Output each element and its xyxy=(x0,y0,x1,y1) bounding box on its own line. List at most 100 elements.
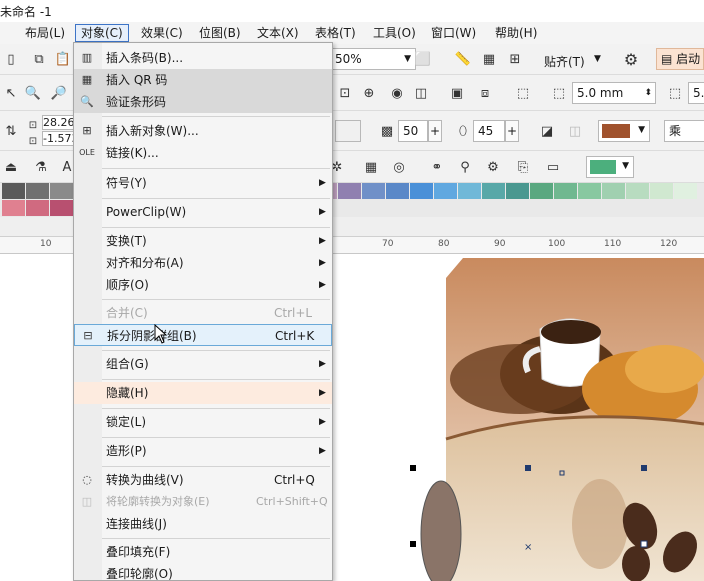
palette-swatch[interactable] xyxy=(26,200,49,216)
opacity-plus-button[interactable]: + xyxy=(428,120,442,142)
x-position-field[interactable]: 28.263 xyxy=(42,115,76,130)
menu-item-links[interactable]: OLE 链接(K)... xyxy=(74,142,332,164)
palette-swatch[interactable] xyxy=(602,183,625,199)
pointer-group-icon[interactable]: ⚙ xyxy=(482,156,504,178)
shadow-handle[interactable] xyxy=(641,465,647,471)
outline-color-picker[interactable]: ▼ xyxy=(586,156,634,178)
menu-item-overprint-outline[interactable]: 叠印轮廓(O) xyxy=(74,563,332,581)
palette-swatch[interactable] xyxy=(506,183,529,199)
y-position-field[interactable]: -1.573 xyxy=(42,131,76,146)
menu-object[interactable]: 对象(C) xyxy=(75,24,129,42)
selection-handle[interactable] xyxy=(410,541,416,547)
zoom-level-box[interactable]: 50% ▼ xyxy=(330,48,416,70)
table-icon[interactable]: ▦ xyxy=(360,156,382,178)
envelope-icon[interactable]: ⎘ xyxy=(512,156,534,178)
menu-item-group[interactable]: 组合(G) ▶ xyxy=(74,353,332,375)
guidelines-icon[interactable]: ⊞ xyxy=(504,48,526,70)
palette-swatch[interactable] xyxy=(26,183,49,199)
menu-help[interactable]: 帮助(H) xyxy=(490,24,542,42)
opacity-field[interactable]: 50 xyxy=(398,120,428,142)
menu-item-convert-curves[interactable]: ◌ 转换为曲线(V) Ctrl+Q xyxy=(74,469,332,491)
palette-swatch[interactable] xyxy=(50,200,73,216)
menu-item-connect-curves[interactable]: 连接曲线(J) xyxy=(74,513,332,535)
angle-field[interactable]: 45 xyxy=(473,120,505,142)
menu-layout[interactable]: 布局(L) xyxy=(20,24,70,42)
palette-swatch[interactable] xyxy=(50,183,73,199)
menu-item-symbol[interactable]: 符号(Y) ▶ xyxy=(74,172,332,194)
menu-item-powerclip[interactable]: PowerClip(W) ▶ xyxy=(74,201,332,223)
palette-swatch[interactable] xyxy=(2,183,25,199)
menu-window[interactable]: 窗口(W) xyxy=(426,24,481,42)
zoom-in-icon[interactable]: 🔍 xyxy=(22,82,44,104)
palette-swatch[interactable] xyxy=(2,200,25,216)
rulers-icon[interactable]: 📏 xyxy=(452,48,474,70)
submenu-arrow-icon: ▶ xyxy=(319,258,326,268)
simplify-icon[interactable]: ▣ xyxy=(446,82,468,104)
snap-to-dropdown[interactable]: 贴齐(T) xyxy=(544,53,585,70)
spiral-icon[interactable]: ◎ xyxy=(388,156,410,178)
selection-handle[interactable] xyxy=(410,465,416,471)
duplicate-distance-field[interactable]: 5.0 xyxy=(688,82,704,104)
gear-icon[interactable]: ⚙ xyxy=(620,48,642,70)
arrow-icon[interactable]: ↖ xyxy=(0,82,22,104)
palette-swatch[interactable] xyxy=(386,183,409,199)
shadow-handle[interactable] xyxy=(640,540,648,548)
menu-item-align-distribute[interactable]: 对齐和分布(A) ▶ xyxy=(74,252,332,274)
new-icon[interactable]: ▯ xyxy=(0,48,22,70)
merge-mode-dropdown[interactable]: 乘 xyxy=(664,120,704,142)
shadow-edge-icon[interactable]: ◪ xyxy=(536,120,558,142)
palette-swatch[interactable] xyxy=(362,183,385,199)
palette-swatch[interactable] xyxy=(410,183,433,199)
launch-button[interactable]: ▤ 启动 xyxy=(656,48,704,70)
menu-item-order[interactable]: 顺序(O) ▶ xyxy=(74,274,332,296)
menu-table[interactable]: 表格(T) xyxy=(310,24,361,42)
menu-item-insert-new-object[interactable]: ⊞ 插入新对象(W)... xyxy=(74,120,332,142)
shadow-handle[interactable] xyxy=(525,465,531,471)
menu-item-label: 将轮廓转换为对象(E) xyxy=(106,495,210,508)
menu-item-transform[interactable]: 变换(T) ▶ xyxy=(74,230,332,252)
palette-swatch[interactable] xyxy=(338,183,361,199)
menu-item-insert-qr[interactable]: ▦ 插入 QR 码 xyxy=(74,69,332,91)
node-icon[interactable]: ⚲ xyxy=(454,156,476,178)
palette-swatch[interactable] xyxy=(578,183,601,199)
palette-swatch[interactable] xyxy=(554,183,577,199)
connector-icon[interactable]: ⚭ xyxy=(426,156,448,178)
palette-swatch[interactable] xyxy=(626,183,649,199)
palette-swatch[interactable] xyxy=(434,183,457,199)
fill-bucket-icon[interactable]: ⏏ xyxy=(0,156,22,178)
palette-swatch[interactable] xyxy=(530,183,553,199)
bounding-icon[interactable]: ⬚ xyxy=(512,82,534,104)
palette-swatch[interactable] xyxy=(650,183,673,199)
weld-icon[interactable]: ⊕ xyxy=(358,82,380,104)
paste-icon[interactable]: 📋 xyxy=(52,48,74,70)
full-screen-icon[interactable]: ⬜ xyxy=(412,48,434,70)
zoom-out-icon[interactable]: 🔎 xyxy=(48,82,70,104)
nudge-distance-field[interactable]: 5.0 mm ⬍ xyxy=(572,82,656,104)
selected-ellipse[interactable] xyxy=(420,480,462,581)
duplicate-icon: ⬚ xyxy=(668,85,682,101)
palette-swatch[interactable] xyxy=(482,183,505,199)
menu-item-overprint-fill[interactable]: 叠印填充(F) xyxy=(74,541,332,563)
menu-text[interactable]: 文本(X) xyxy=(252,24,304,42)
intersect-icon[interactable]: ◫ xyxy=(410,82,432,104)
menu-item-shaping[interactable]: 造形(P) ▶ xyxy=(74,440,332,462)
smart-fill-icon[interactable]: ⚗ xyxy=(30,156,52,178)
align-center-icon[interactable]: ⊡ xyxy=(334,82,356,104)
menu-item-insert-barcode[interactable]: ▥ 插入条码(B)... xyxy=(74,47,332,69)
menu-item-hide[interactable]: 隐藏(H) ▶ xyxy=(74,382,332,404)
palette-swatch[interactable] xyxy=(674,183,697,199)
menu-item-break-shadow[interactable]: ⊟ 拆分阴影群组(B) Ctrl+K xyxy=(74,324,332,346)
menu-item-lock[interactable]: 锁定(L) ▶ xyxy=(74,411,332,433)
shadow-color-picker[interactable]: ▼ xyxy=(598,120,650,142)
menu-item-verify-barcode[interactable]: 🔍 验证条形码 xyxy=(74,91,332,113)
menu-tools[interactable]: 工具(O) xyxy=(368,24,421,42)
trim-icon[interactable]: ◉ xyxy=(386,82,408,104)
comment-icon[interactable]: ▭ xyxy=(542,156,564,178)
menu-bitmaps[interactable]: 位图(B) xyxy=(194,24,246,42)
angle-plus-button[interactable]: + xyxy=(505,120,519,142)
palette-swatch[interactable] xyxy=(458,183,481,199)
menu-effects[interactable]: 效果(C) xyxy=(136,24,188,42)
front-minus-back-icon[interactable]: ⧈ xyxy=(474,82,496,104)
copy-icon[interactable]: ⧉ xyxy=(28,48,50,70)
grid-icon[interactable]: ▦ xyxy=(478,48,500,70)
